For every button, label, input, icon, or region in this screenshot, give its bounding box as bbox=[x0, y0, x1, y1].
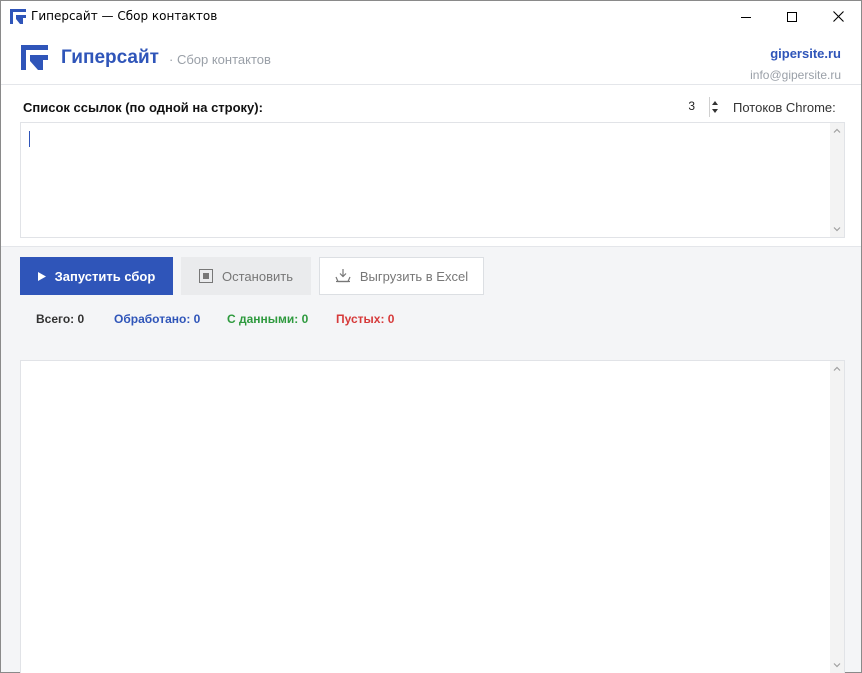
app-header: Гиперсайт · Сбор контактов gipersite.ru … bbox=[1, 32, 861, 85]
gipersite-logo-icon bbox=[21, 45, 48, 70]
results-log[interactable] bbox=[20, 360, 845, 673]
app-logo-icon bbox=[10, 9, 26, 24]
stop-icon bbox=[199, 269, 214, 283]
log-scrollbar[interactable] bbox=[830, 361, 844, 673]
brand-subtitle: · Сбор контактов bbox=[169, 52, 271, 67]
window-title: Гиперсайт — Сбор контактов bbox=[31, 9, 218, 23]
play-icon bbox=[37, 271, 46, 281]
stat-total: Всего: 0 bbox=[36, 312, 85, 326]
close-button[interactable] bbox=[815, 1, 861, 32]
links-textarea[interactable] bbox=[20, 122, 845, 238]
brand-name: Гиперсайт bbox=[61, 47, 159, 68]
input-section: Список ссылок (по одной на строку): 3 По… bbox=[1, 86, 861, 246]
minimize-button[interactable] bbox=[723, 1, 769, 32]
maximize-button[interactable] bbox=[769, 1, 815, 32]
text-caret bbox=[29, 131, 30, 147]
threads-label: Потоков Chrome: bbox=[733, 100, 836, 115]
close-icon bbox=[832, 11, 844, 22]
stop-button-label: Остановить bbox=[222, 268, 293, 284]
stat-with-data: С данными: 0 bbox=[227, 312, 309, 326]
links-label: Список ссылок (по одной на строку): bbox=[23, 100, 263, 115]
contact-email[interactable]: info@gipersite.ru bbox=[750, 68, 841, 82]
export-icon bbox=[335, 269, 351, 283]
control-section: Запустить сбор Остановить Выгрузить в Ex… bbox=[1, 246, 861, 673]
threads-stepper[interactable]: 3 bbox=[673, 96, 723, 118]
links-scrollbar[interactable] bbox=[830, 123, 844, 237]
stat-empty: Пустых: 0 bbox=[336, 312, 395, 326]
threads-value[interactable]: 3 bbox=[673, 99, 695, 113]
site-link[interactable]: gipersite.ru bbox=[770, 46, 841, 61]
scroll-up-icon[interactable] bbox=[833, 127, 841, 135]
stat-processed: Обработано: 0 bbox=[114, 312, 201, 326]
export-button-label: Выгрузить в Excel bbox=[359, 268, 469, 284]
start-button[interactable]: Запустить сбор bbox=[20, 257, 173, 295]
scroll-down-icon[interactable] bbox=[833, 661, 841, 669]
title-bar: Гиперсайт — Сбор контактов bbox=[1, 1, 861, 32]
start-button-label: Запустить сбор bbox=[54, 268, 156, 284]
app-window: Гиперсайт — Сбор контактов Гиперсайт · С… bbox=[0, 0, 862, 673]
minimize-icon bbox=[741, 16, 751, 18]
scroll-up-icon[interactable] bbox=[833, 365, 841, 373]
scroll-down-icon[interactable] bbox=[833, 225, 841, 233]
export-button[interactable]: Выгрузить в Excel bbox=[319, 257, 484, 295]
stop-button[interactable]: Остановить bbox=[181, 257, 311, 295]
spinner-arrows-icon[interactable] bbox=[709, 97, 721, 117]
maximize-icon bbox=[787, 11, 797, 22]
